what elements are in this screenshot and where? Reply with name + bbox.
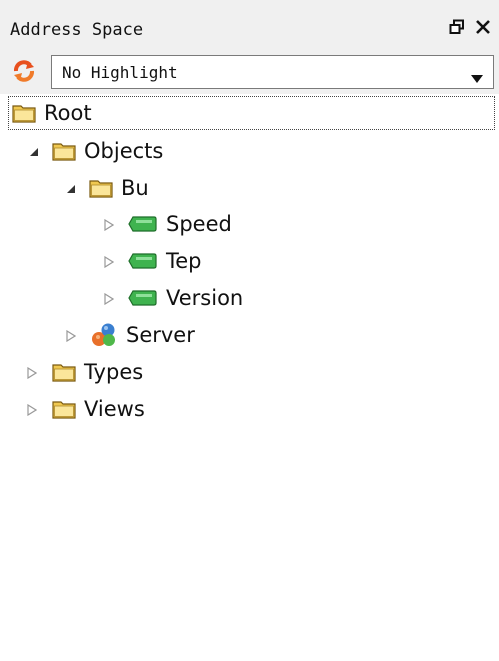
refresh-icon[interactable]: [11, 58, 37, 84]
tree-node-version[interactable]: Version: [128, 281, 243, 315]
highlight-select-value: No Highlight: [62, 63, 178, 82]
collapsed-arrow-icon[interactable]: [102, 292, 116, 306]
collapsed-arrow-icon[interactable]: [102, 218, 116, 232]
tree-node-label: Server: [126, 323, 195, 347]
highlight-select[interactable]: No Highlight: [51, 55, 494, 89]
tree-node-label: Views: [84, 397, 145, 421]
expanded-arrow-icon[interactable]: [64, 182, 78, 196]
tree-node-tep[interactable]: Tep: [128, 244, 202, 278]
folder-icon: [89, 178, 113, 198]
address-space-tree: Root Objects Bu Speed Tep Version Server…: [0, 96, 499, 661]
folder-icon: [12, 103, 36, 123]
variable-icon: [128, 215, 158, 233]
variable-icon: [128, 289, 158, 307]
collapsed-arrow-icon[interactable]: [64, 329, 78, 343]
tree-node-server[interactable]: Server: [90, 318, 195, 352]
variable-icon: [128, 252, 158, 270]
tree-node-label: Speed: [166, 212, 232, 236]
folder-icon: [52, 399, 76, 419]
tree-node-label: Root: [44, 101, 92, 125]
tree-node-views[interactable]: Views: [52, 392, 145, 426]
panel-header: Address Space: [0, 0, 499, 44]
tree-node-bu[interactable]: Bu: [89, 171, 149, 205]
folder-icon: [52, 362, 76, 382]
tree-node-label: Objects: [84, 139, 164, 163]
restore-icon[interactable]: [446, 16, 468, 38]
expanded-arrow-icon[interactable]: [27, 145, 41, 159]
tree-node-label: Bu: [121, 176, 149, 200]
folder-icon: [52, 141, 76, 161]
chevron-down-icon: [471, 68, 483, 87]
close-icon[interactable]: [472, 16, 494, 38]
tree-node-label: Version: [166, 286, 244, 310]
tree-node-label: Types: [84, 360, 144, 384]
tree-node-objects[interactable]: Objects: [52, 134, 163, 168]
tree-node-speed[interactable]: Speed: [128, 207, 232, 241]
panel-title: Address Space: [10, 20, 144, 40]
collapsed-arrow-icon[interactable]: [25, 366, 39, 380]
collapsed-arrow-icon[interactable]: [25, 403, 39, 417]
server-object-icon: [90, 322, 118, 348]
collapsed-arrow-icon[interactable]: [102, 255, 116, 269]
tree-node-types[interactable]: Types: [52, 355, 143, 389]
tree-node-label: Tep: [166, 249, 202, 273]
tree-node-root[interactable]: Root: [8, 96, 495, 130]
